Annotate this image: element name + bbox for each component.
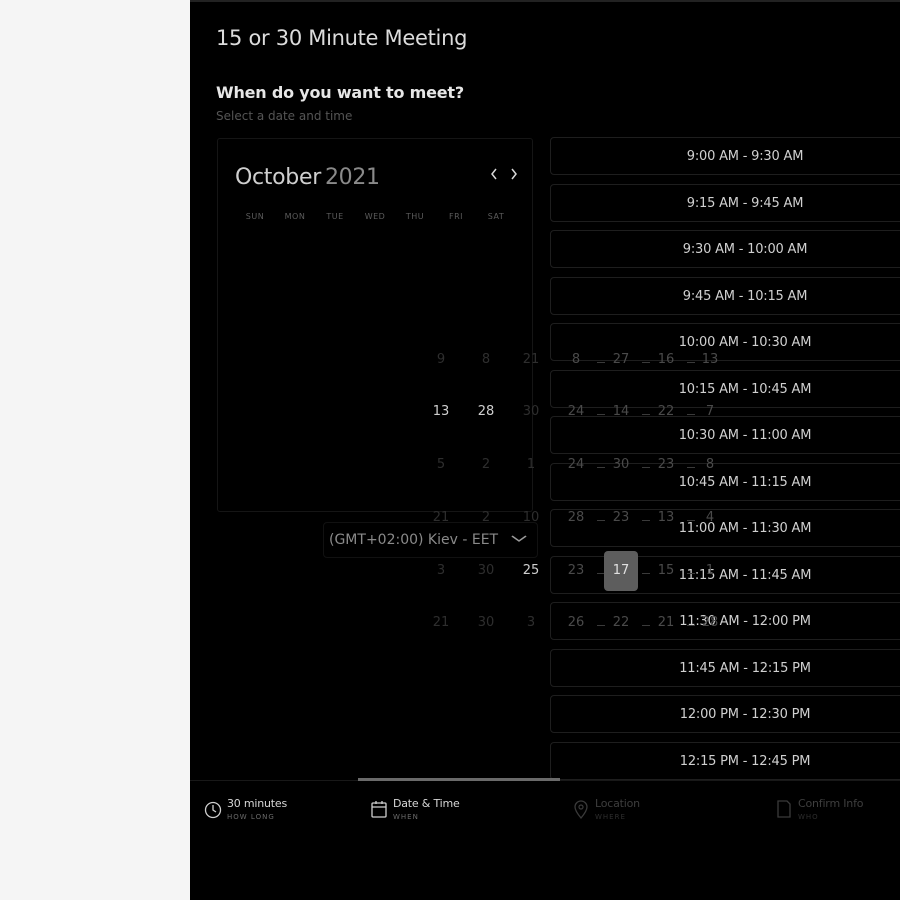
date-question-hint: Select a date and time (216, 109, 353, 123)
weekday-tue: TUE (326, 212, 344, 221)
time-slot[interactable]: 10:45 AM - 11:15 AM (550, 463, 900, 501)
scheduler-panel: 15 or 30 Minute Meeting When do you want… (190, 0, 900, 900)
weekday-thu: THU (405, 212, 425, 221)
step-sublabel: HOW LONG (227, 813, 275, 821)
time-slot-label: 12:00 PM - 12:30 PM (679, 707, 811, 722)
step-label: Date & Time (393, 797, 460, 810)
step-label: Location (595, 797, 640, 810)
step-sublabel: WHERE (595, 813, 626, 821)
time-slot[interactable]: 10:30 AM - 11:00 AM (550, 416, 900, 454)
time-slot-label: 10:30 AM - 11:00 AM (678, 428, 812, 443)
time-slot[interactable]: 12:15 PM - 12:45 PM (550, 742, 900, 780)
calendar-month-year: October 2021 (235, 165, 380, 190)
meeting-title: 15 or 30 Minute Meeting (216, 26, 468, 50)
time-slot[interactable]: 11:30 AM - 12:00 PM (550, 602, 900, 640)
weekday-sat: SAT (487, 212, 505, 221)
step-sublabel: WHEN (393, 813, 419, 821)
time-slot[interactable]: 12:00 PM - 12:30 PM (550, 695, 900, 733)
time-slot[interactable]: 9:00 AM - 9:30 AM (550, 137, 900, 175)
step-sublabel: WHO (798, 813, 819, 821)
time-slot-label: 11:00 AM - 11:30 AM (678, 521, 812, 536)
progress-footer: 30 minutes HOW LONG Date & Time WHEN Loc… (190, 778, 900, 900)
time-slot-label: 9:30 AM - 10:00 AM (682, 242, 808, 257)
step-progress-bar (358, 778, 560, 781)
time-slot[interactable]: 9:15 AM - 9:45 AM (550, 184, 900, 222)
grid-dash (687, 414, 695, 415)
timezone-select[interactable]: (GMT+02:00) Kiev - EET (323, 522, 538, 558)
time-slot[interactable]: 11:45 AM - 12:15 PM (550, 649, 900, 687)
time-slot-label: 9:45 AM - 10:15 AM (682, 289, 808, 304)
time-slot-label: 9:00 AM - 9:30 AM (686, 149, 804, 164)
calendar-month: October (235, 165, 321, 190)
time-slot[interactable]: 10:15 AM - 10:45 AM (550, 370, 900, 408)
time-slot-label: 10:45 AM - 11:15 AM (678, 475, 812, 490)
location-pin-icon (574, 800, 588, 819)
weekday-fri: FRI (448, 212, 464, 221)
prev-month-button[interactable] (486, 167, 502, 185)
calendar-icon (371, 801, 387, 818)
time-slot[interactable]: 11:00 AM - 11:30 AM (550, 509, 900, 547)
calendar-day[interactable]: 3 (514, 603, 548, 643)
weekday-wed: WED (364, 212, 386, 221)
calendar-day[interactable]: 30 (469, 603, 503, 643)
date-question-heading: When do you want to meet? (216, 83, 464, 102)
clock-icon (204, 801, 222, 819)
grid-dash (597, 414, 605, 415)
top-divider (190, 0, 900, 2)
document-icon (777, 800, 791, 818)
next-month-button[interactable] (506, 167, 522, 185)
step-label: 30 minutes (227, 797, 288, 810)
time-slot[interactable]: 11:15 AM - 11:45 AM (550, 556, 900, 594)
timezone-label: (GMT+02:00) Kiev - EET (329, 532, 499, 548)
chevron-left-icon (491, 168, 497, 180)
time-slot-label: 10:15 AM - 10:45 AM (678, 382, 812, 397)
time-slot[interactable]: 9:30 AM - 10:00 AM (550, 230, 900, 268)
time-slot[interactable]: 10:00 AM - 10:30 AM (550, 323, 900, 361)
chevron-down-icon (511, 531, 528, 547)
time-slot-label: 10:00 AM - 10:30 AM (678, 335, 812, 350)
grid-dash (642, 414, 650, 415)
chevron-right-icon (511, 168, 517, 180)
calendar-year: 2021 (324, 165, 380, 190)
calendar-day[interactable]: 21 (424, 603, 458, 643)
weekday-sun: SUN (245, 212, 265, 221)
step-label: Confirm Info (798, 797, 864, 810)
grid-dash (642, 362, 650, 363)
grid-dash (597, 362, 605, 363)
time-slot-label: 11:45 AM - 12:15 PM (679, 661, 811, 676)
time-slot-label: 11:15 AM - 11:45 AM (678, 568, 812, 583)
grid-dash (687, 362, 695, 363)
time-slot[interactable]: 9:45 AM - 10:15 AM (550, 277, 900, 315)
calendar: October 2021 SUN MON TUE WED THU FRI SAT (217, 138, 533, 512)
time-slot-label: 12:15 PM - 12:45 PM (679, 754, 811, 769)
time-slot-label: 9:15 AM - 9:45 AM (686, 196, 804, 211)
time-slot-label: 11:30 AM - 12:00 PM (679, 614, 811, 629)
weekday-mon: MON (284, 212, 306, 221)
